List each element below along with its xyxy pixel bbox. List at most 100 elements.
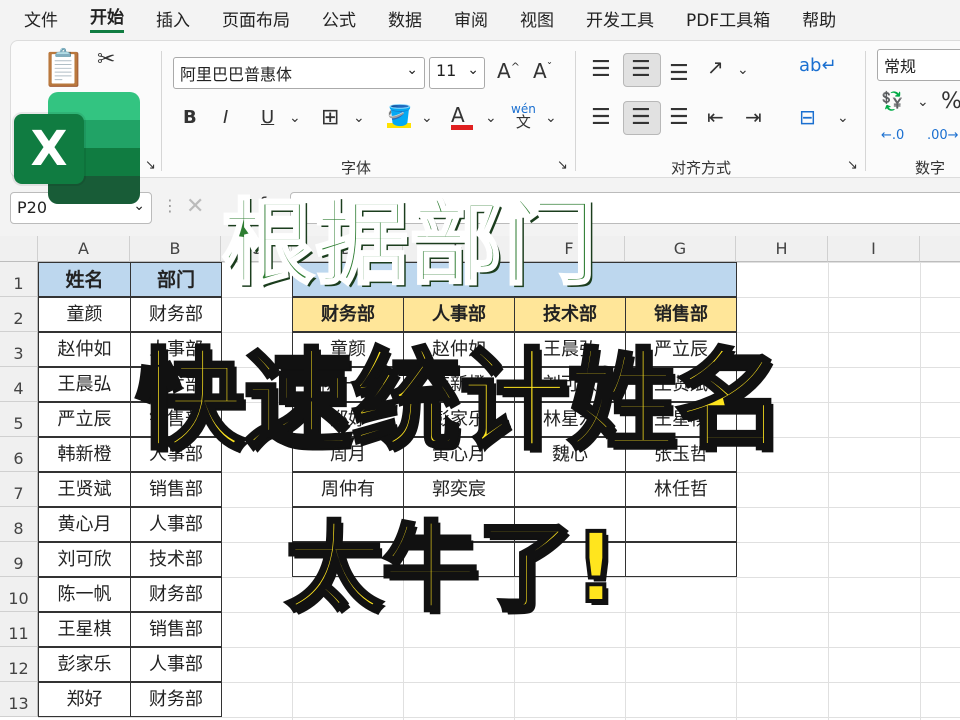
- chevron-down-icon[interactable]: ⌄: [421, 111, 433, 125]
- increase-decimal-icon[interactable]: ←.0: [881, 129, 904, 142]
- menu-page-layout[interactable]: 页面布局: [222, 6, 290, 31]
- align-left-icon[interactable]: ☰: [591, 107, 611, 129]
- department-cell[interactable]: 人事部: [130, 507, 222, 542]
- menu-help[interactable]: 帮助: [802, 6, 836, 31]
- borders-icon[interactable]: ⊞: [321, 107, 339, 129]
- dept-header-cell[interactable]: 销售部: [625, 297, 737, 332]
- decrease-indent-icon[interactable]: ⇤: [707, 107, 724, 127]
- cancel-icon[interactable]: ✕: [186, 196, 204, 218]
- menu-insert[interactable]: 插入: [156, 6, 190, 31]
- bold-button[interactable]: B: [183, 109, 197, 127]
- underline-button[interactable]: U: [261, 109, 274, 127]
- number-format-select[interactable]: 常规: [877, 49, 960, 81]
- menu-pdf-toolbox[interactable]: PDF工具箱: [686, 6, 770, 31]
- shrink-font-icon[interactable]: Aˇ: [533, 61, 552, 81]
- menu-review[interactable]: 审阅: [454, 6, 488, 31]
- clipboard-launcher-icon[interactable]: ↘: [145, 159, 156, 172]
- column-header[interactable]: B: [130, 236, 221, 262]
- paste-icon[interactable]: 📋: [41, 51, 86, 87]
- result-cell[interactable]: [625, 542, 737, 577]
- align-top-icon[interactable]: ☰: [591, 59, 611, 81]
- menu-developer[interactable]: 开发工具: [586, 6, 654, 31]
- result-cell[interactable]: 林任哲: [625, 472, 737, 507]
- department-cell[interactable]: 销售部: [130, 612, 222, 647]
- row-header[interactable]: 6: [0, 437, 38, 472]
- fill-color-icon[interactable]: 🪣: [387, 105, 412, 128]
- result-cell[interactable]: 周仲有: [292, 472, 404, 507]
- department-cell[interactable]: 财务部: [130, 577, 222, 612]
- result-cell[interactable]: 郭奕宸: [403, 472, 515, 507]
- align-right-icon[interactable]: ☰: [669, 107, 689, 129]
- department-cell[interactable]: 财务部: [130, 682, 222, 717]
- column-header[interactable]: H: [736, 236, 828, 262]
- orientation-icon[interactable]: ↗: [707, 57, 724, 77]
- merge-center-icon[interactable]: ⊟: [799, 107, 816, 127]
- row-header[interactable]: 10: [0, 577, 38, 612]
- menu-file[interactable]: 文件: [24, 6, 58, 31]
- font-color-icon[interactable]: A: [451, 105, 473, 130]
- accounting-format-icon[interactable]: 💱: [881, 93, 903, 111]
- font-name-select[interactable]: 阿里巴巴普惠体 ⌄: [173, 57, 425, 89]
- row-header[interactable]: 1: [0, 262, 38, 297]
- align-bottom-icon[interactable]: ☰: [669, 63, 689, 85]
- name-cell[interactable]: 黄心月: [38, 507, 131, 542]
- name-cell[interactable]: 彭家乐: [38, 647, 131, 682]
- more-options-icon[interactable]: ⋮: [162, 198, 178, 214]
- row-header[interactable]: 11: [0, 612, 38, 647]
- font-size-select[interactable]: 11 ⌄: [429, 57, 485, 89]
- row-header[interactable]: 4: [0, 367, 38, 402]
- column-header[interactable]: A: [38, 236, 130, 262]
- column-header[interactable]: I: [828, 236, 920, 262]
- increase-indent-icon[interactable]: ⇥: [745, 107, 762, 127]
- row-header[interactable]: 9: [0, 542, 38, 577]
- dept-header-cell[interactable]: 人事部: [403, 297, 515, 332]
- alignment-launcher-icon[interactable]: ↘: [847, 159, 858, 172]
- row-header[interactable]: 13: [0, 682, 38, 717]
- chevron-down-icon[interactable]: ⌄: [837, 111, 849, 125]
- phonetic-guide-icon[interactable]: wén 文: [511, 103, 536, 130]
- menu-view[interactable]: 视图: [520, 6, 554, 31]
- name-cell[interactable]: 郑好: [38, 682, 131, 717]
- name-cell[interactable]: 刘可欣: [38, 542, 131, 577]
- italic-button[interactable]: I: [223, 109, 228, 127]
- dept-header-cell[interactable]: 财务部: [292, 297, 404, 332]
- menu-data[interactable]: 数据: [388, 6, 422, 31]
- department-cell[interactable]: 技术部: [130, 542, 222, 577]
- department-cell[interactable]: 财务部: [130, 297, 222, 332]
- menu-formulas[interactable]: 公式: [322, 6, 356, 31]
- column-header[interactable]: [920, 236, 960, 262]
- chevron-down-icon[interactable]: ⌄: [289, 111, 301, 125]
- name-cell[interactable]: 韩新橙: [38, 437, 131, 472]
- name-cell[interactable]: 赵仲如: [38, 332, 131, 367]
- department-cell[interactable]: 销售部: [130, 472, 222, 507]
- header-department[interactable]: 部门: [130, 262, 222, 297]
- dept-header-cell[interactable]: 技术部: [514, 297, 626, 332]
- decrease-decimal-icon[interactable]: .00→: [927, 129, 959, 142]
- department-cell[interactable]: 人事部: [130, 647, 222, 682]
- result-cell[interactable]: [625, 507, 737, 542]
- percent-icon[interactable]: %: [941, 91, 960, 113]
- name-cell[interactable]: 王星棋: [38, 612, 131, 647]
- column-header[interactable]: G: [625, 236, 736, 262]
- name-cell[interactable]: 童颜: [38, 297, 131, 332]
- name-cell[interactable]: 陈一帆: [38, 577, 131, 612]
- chevron-down-icon[interactable]: ⌄: [545, 111, 557, 125]
- row-header[interactable]: 5: [0, 402, 38, 437]
- row-header[interactable]: 12: [0, 647, 38, 682]
- result-cell[interactable]: [514, 472, 626, 507]
- header-name[interactable]: 姓名: [38, 262, 131, 297]
- wrap-text-icon[interactable]: ab↵: [799, 57, 837, 75]
- name-cell[interactable]: 王晨弘: [38, 367, 131, 402]
- cut-icon[interactable]: ✂: [97, 49, 115, 71]
- row-header[interactable]: 2: [0, 297, 38, 332]
- menu-home[interactable]: 开始: [90, 3, 124, 33]
- name-cell[interactable]: 王贤斌: [38, 472, 131, 507]
- chevron-down-icon[interactable]: ⌄: [737, 63, 749, 77]
- grow-font-icon[interactable]: A^: [497, 61, 520, 81]
- font-launcher-icon[interactable]: ↘: [557, 159, 568, 172]
- chevron-down-icon[interactable]: ⌄: [485, 111, 497, 125]
- row-header[interactable]: 7: [0, 472, 38, 507]
- chevron-down-icon[interactable]: ⌄: [917, 95, 929, 109]
- name-cell[interactable]: 严立辰: [38, 402, 131, 437]
- row-header[interactable]: 3: [0, 332, 38, 367]
